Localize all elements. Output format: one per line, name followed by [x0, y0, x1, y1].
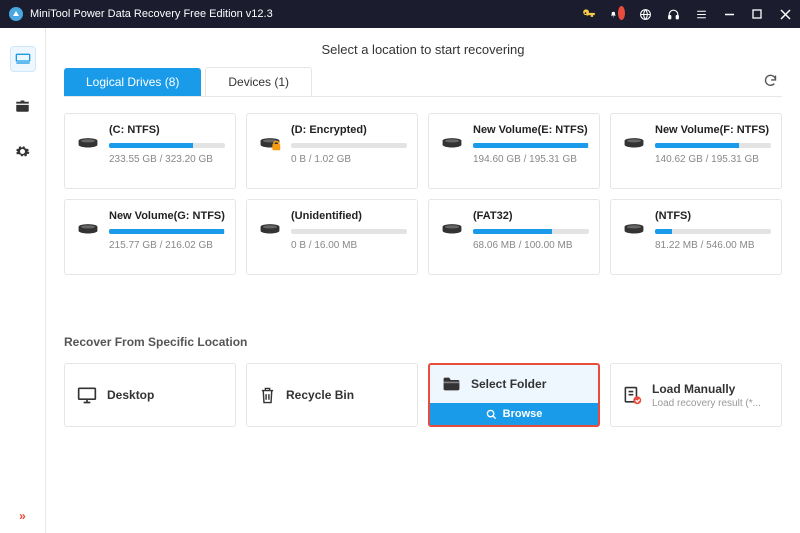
folder-icon: [442, 376, 461, 392]
drive-icon: [621, 210, 647, 262]
usage-bar: [473, 229, 589, 234]
recycle-bin-icon: [259, 386, 276, 405]
drive-size: 0 B / 1.02 GB: [291, 154, 407, 165]
location-load-manually[interactable]: Load Manually Load recovery result (*...: [610, 363, 782, 427]
section-title: Recover From Specific Location: [64, 335, 782, 349]
drive-card[interactable]: (C: NTFS) 233.55 GB / 323.20 GB: [64, 113, 236, 189]
drive-icon: [439, 124, 465, 176]
drive-size: 140.62 GB / 195.31 GB: [655, 154, 771, 165]
title-bar: MiniTool Power Data Recovery Free Editio…: [0, 0, 800, 28]
drive-size: 194.60 GB / 195.31 GB: [473, 154, 589, 165]
drive-name: (Unidentified): [291, 210, 407, 222]
usage-bar: [655, 229, 771, 234]
location-label: Recycle Bin: [286, 388, 354, 402]
drive-size: 81.22 MB / 546.00 MB: [655, 240, 771, 251]
tab-devices[interactable]: Devices (1): [205, 67, 312, 96]
sidebar-item-toolbox[interactable]: [10, 92, 36, 118]
desktop-icon: [77, 386, 97, 404]
menu-icon[interactable]: [694, 7, 708, 21]
drive-name: New Volume(E: NTFS): [473, 124, 589, 136]
usage-bar: [291, 143, 407, 148]
drive-card[interactable]: New Volume(G: NTFS) 215.77 GB / 216.02 G…: [64, 199, 236, 275]
drive-icon: [75, 210, 101, 262]
drive-size: 215.77 GB / 216.02 GB: [109, 240, 225, 251]
usage-bar: [291, 229, 407, 234]
drive-icon: [621, 124, 647, 176]
minimize-button[interactable]: [722, 7, 736, 21]
bell-icon[interactable]: [610, 7, 624, 21]
tab-bar: Logical Drives (8) Devices (1): [64, 67, 782, 97]
drive-name: (D: Encrypted): [291, 124, 407, 136]
location-desktop[interactable]: Desktop: [64, 363, 236, 427]
key-icon[interactable]: [582, 7, 596, 21]
usage-bar: [473, 143, 589, 148]
drive-card[interactable]: (Unidentified) 0 B / 16.00 MB: [246, 199, 418, 275]
location-sublabel: Load recovery result (*...: [652, 398, 761, 409]
sidebar: »: [0, 28, 46, 533]
drive-icon: [257, 124, 283, 176]
location-label: Select Folder: [471, 377, 546, 391]
tab-logical-drives[interactable]: Logical Drives (8): [64, 68, 201, 96]
search-icon: [486, 409, 497, 420]
drive-card[interactable]: New Volume(E: NTFS) 194.60 GB / 195.31 G…: [428, 113, 600, 189]
page-title: Select a location to start recovering: [64, 28, 782, 67]
usage-bar: [655, 143, 771, 148]
location-label: Desktop: [107, 388, 154, 402]
drive-size: 233.55 GB / 323.20 GB: [109, 154, 225, 165]
browse-button[interactable]: Browse: [430, 403, 598, 425]
drive-card[interactable]: New Volume(F: NTFS) 140.62 GB / 195.31 G…: [610, 113, 782, 189]
drive-name: (FAT32): [473, 210, 589, 222]
globe-icon[interactable]: [638, 7, 652, 21]
maximize-button[interactable]: [750, 7, 764, 21]
location-recycle-bin[interactable]: Recycle Bin: [246, 363, 418, 427]
sidebar-item-settings[interactable]: [10, 138, 36, 164]
drive-card[interactable]: (D: Encrypted) 0 B / 1.02 GB: [246, 113, 418, 189]
drive-name: (NTFS): [655, 210, 771, 222]
sidebar-item-recovery[interactable]: [10, 46, 36, 72]
close-button[interactable]: [778, 7, 792, 21]
app-logo-icon: [8, 6, 24, 22]
drive-size: 68.06 MB / 100.00 MB: [473, 240, 589, 251]
location-label: Load Manually: [652, 382, 761, 396]
drive-card[interactable]: (FAT32) 68.06 MB / 100.00 MB: [428, 199, 600, 275]
drive-icon: [257, 210, 283, 262]
drive-size: 0 B / 16.00 MB: [291, 240, 407, 251]
drive-name: New Volume(F: NTFS): [655, 124, 771, 136]
location-select-folder[interactable]: Select Folder Browse: [428, 363, 600, 427]
load-icon: [623, 386, 642, 405]
drive-name: New Volume(G: NTFS): [109, 210, 225, 222]
sidebar-expand-icon[interactable]: »: [19, 509, 26, 523]
drive-icon: [75, 124, 101, 176]
usage-bar: [109, 143, 225, 148]
main-panel: Select a location to start recovering Lo…: [46, 28, 800, 533]
drive-name: (C: NTFS): [109, 124, 225, 136]
drive-icon: [439, 210, 465, 262]
window-title: MiniTool Power Data Recovery Free Editio…: [30, 8, 582, 20]
usage-bar: [109, 229, 225, 234]
refresh-icon[interactable]: [763, 73, 778, 88]
drive-card[interactable]: (NTFS) 81.22 MB / 546.00 MB: [610, 199, 782, 275]
headphones-icon[interactable]: [666, 7, 680, 21]
